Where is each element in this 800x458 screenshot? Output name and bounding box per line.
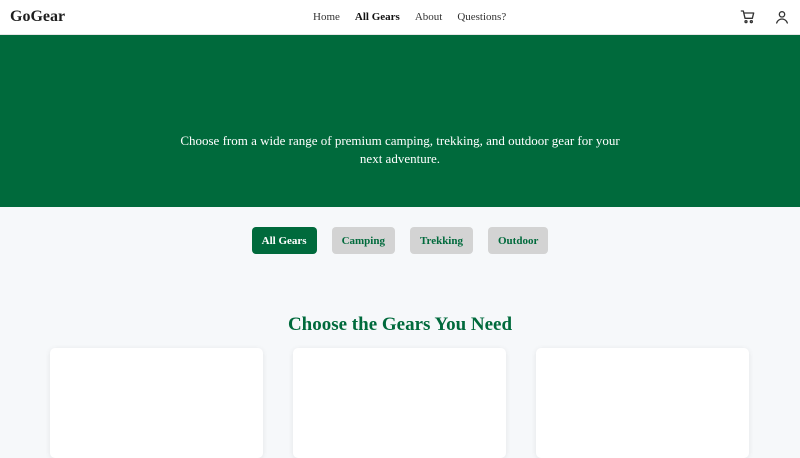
- nav-links: Home All Gears About Questions?: [313, 11, 521, 23]
- cart-icon[interactable]: [740, 9, 756, 25]
- section-title: Choose the Gears You Need: [287, 314, 513, 335]
- nav-link-questions[interactable]: Questions?: [457, 11, 506, 23]
- product-card[interactable]: [293, 348, 506, 458]
- filter-trekking-button[interactable]: Trekking: [409, 227, 473, 254]
- filter-all-gears-button[interactable]: All Gears: [251, 227, 317, 254]
- filter-camping-button[interactable]: Camping: [331, 227, 395, 254]
- nav-link-home[interactable]: Home: [313, 11, 340, 23]
- navbar: GoGear Home All Gears About Questions?: [0, 0, 800, 35]
- filter-outdoor-button[interactable]: Outdoor: [487, 227, 549, 254]
- product-card[interactable]: [50, 348, 263, 458]
- hero-text: Choose from a wide range of premium camp…: [180, 133, 620, 166]
- nav-icons: [740, 9, 790, 25]
- user-icon[interactable]: [774, 9, 790, 25]
- product-cards: [50, 348, 749, 458]
- hero-banner: Choose from a wide range of premium camp…: [0, 35, 800, 207]
- brand-logo[interactable]: GoGear: [10, 8, 65, 26]
- product-card[interactable]: [536, 348, 749, 458]
- filter-buttons: All Gears Camping Trekking Outdoor: [0, 227, 800, 254]
- nav-link-all-gears[interactable]: All Gears: [355, 11, 400, 23]
- nav-link-about[interactable]: About: [415, 11, 443, 23]
